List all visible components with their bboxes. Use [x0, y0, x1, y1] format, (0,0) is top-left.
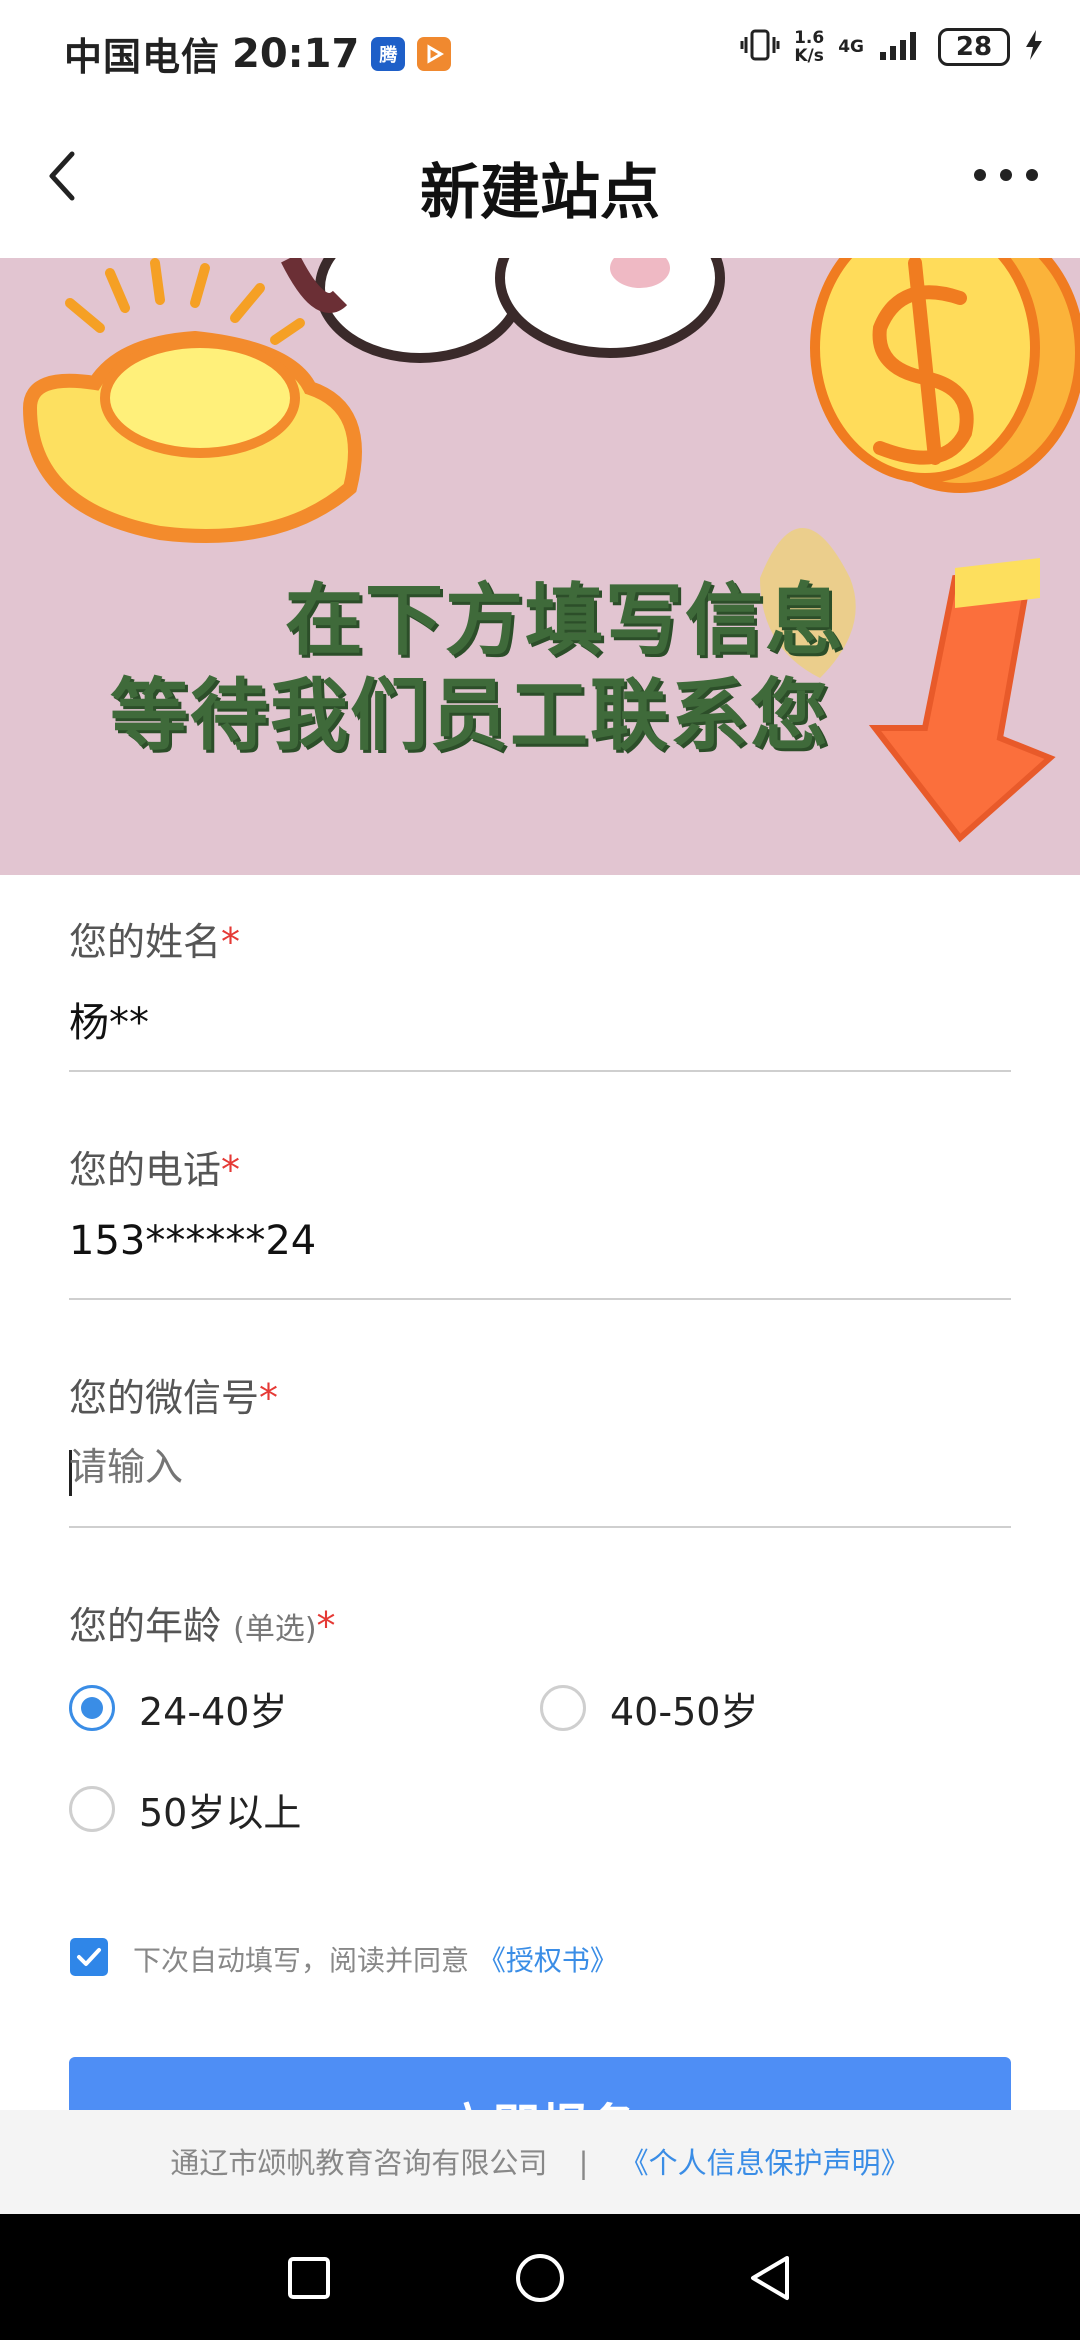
back-system-button[interactable] — [743, 2250, 799, 2306]
status-right: 1.6 K/s 4G 28 — [740, 28, 1044, 66]
page: { "status_bar": { "carrier": "中国电信", "ti… — [0, 0, 1080, 2340]
footer-bar: 通辽市颂帆教育咨询有限公司 | 《个人信息保护声明》 — [0, 2110, 1080, 2214]
tencent-app-icon: 腾 — [371, 36, 406, 71]
privacy-statement-link[interactable]: 《个人信息保护声明》 — [620, 2146, 910, 2180]
clock: 20:17 — [232, 30, 360, 77]
status-bar: 中国电信 20:17 腾 1.6 K/s 4G 28 — [0, 0, 1080, 100]
page-title: 新建站点 — [420, 158, 660, 228]
more-button[interactable] — [970, 160, 1042, 190]
wechat-label: 您的微信号* — [69, 1367, 278, 1422]
phone-underline — [69, 1298, 1011, 1300]
radio-label-age-50-plus[interactable]: 50岁以上 — [139, 1782, 301, 1837]
radio-age-24-40[interactable] — [69, 1685, 115, 1731]
radio-label-age-40-50[interactable]: 40-50岁 — [610, 1681, 758, 1736]
checkmark-icon — [77, 1948, 101, 1966]
wechat-input[interactable] — [69, 1445, 969, 1489]
phone-label-text: 您的电话 — [69, 1148, 222, 1192]
net-speed-unit: K/s — [794, 46, 824, 66]
signal-icon — [878, 28, 924, 66]
recent-apps-button[interactable] — [281, 2250, 337, 2306]
phone-field[interactable]: 153******24 — [69, 1218, 316, 1264]
play-app-icon — [417, 36, 452, 71]
square-icon — [288, 2257, 330, 2299]
triangle-back-icon — [751, 2256, 789, 2300]
network-label: 4G — [838, 37, 864, 57]
charging-icon — [1024, 28, 1044, 66]
radio-label-age-24-40[interactable]: 24-40岁 — [139, 1681, 287, 1736]
radio-age-50-plus[interactable] — [69, 1786, 115, 1832]
phone-label: 您的电话* — [69, 1139, 240, 1194]
required-mark: * — [221, 1148, 241, 1192]
battery-icon: 28 — [938, 28, 1010, 66]
age-label: 您的年龄 (单选)* — [69, 1595, 336, 1650]
radio-age-40-50[interactable] — [540, 1685, 586, 1731]
net-speed-value: 1.6 — [794, 28, 825, 48]
name-label-text: 您的姓名 — [69, 920, 222, 964]
agreement-label: 下次自动填写，阅读并同意 — [133, 1944, 470, 1977]
name-underline — [69, 1070, 1011, 1072]
authorization-link[interactable]: 《授权书》 — [478, 1944, 618, 1977]
age-hint: (单选) — [233, 1612, 317, 1647]
required-mark: * — [221, 920, 241, 964]
age-label-text: 您的年龄 — [69, 1604, 222, 1648]
name-label: 您的姓名* — [69, 911, 240, 966]
name-field[interactable]: 杨** — [69, 990, 149, 1048]
carrier-label: 中国电信 — [64, 35, 221, 79]
required-mark: * — [259, 1376, 279, 1420]
banner-line-2: 等待我们员工联系您 — [110, 670, 831, 761]
nav-bar: 新建站点 — [0, 100, 1080, 258]
net-speed: 1.6 K/s — [794, 29, 824, 65]
home-button[interactable] — [512, 2250, 568, 2306]
promo-banner: 在下方填写信息 等待我们员工联系您 — [0, 258, 1080, 875]
wechat-label-text: 您的微信号 — [69, 1376, 260, 1420]
status-left: 中国电信 20:17 腾 — [64, 26, 452, 81]
company-name: 通辽市颂帆教育咨询有限公司 — [170, 2146, 548, 2180]
auto-fill-checkbox[interactable] — [70, 1938, 108, 1976]
system-nav-bar — [0, 2214, 1080, 2340]
more-horizontal-icon — [974, 169, 1038, 181]
footer-separator: | — [578, 2146, 589, 2180]
agreement-text: 下次自动填写，阅读并同意 《授权书》 — [133, 1939, 618, 1979]
required-mark: * — [316, 1604, 336, 1648]
vibrate-icon — [740, 28, 780, 66]
network-type: 4G — [838, 37, 864, 57]
circle-icon — [516, 2254, 564, 2302]
wechat-underline — [69, 1526, 1011, 1528]
